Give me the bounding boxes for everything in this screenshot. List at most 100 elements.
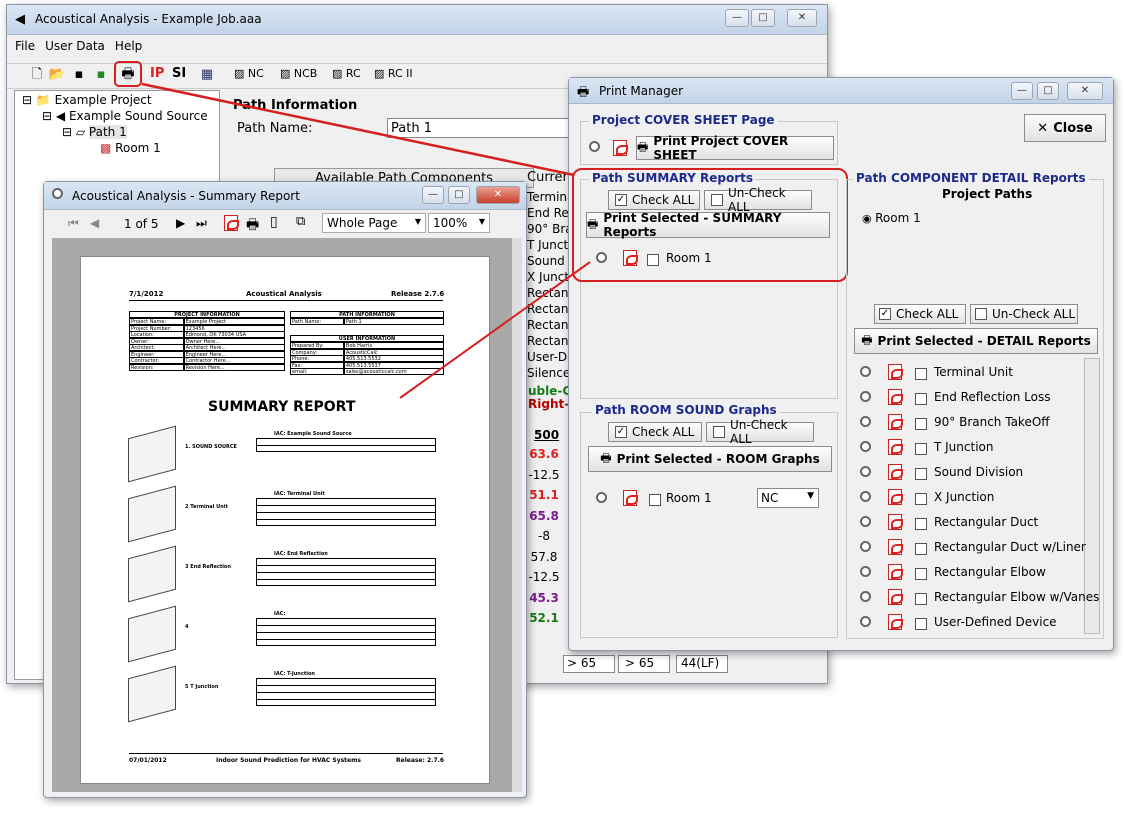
component-item[interactable]: User-Defi [527,350,569,364]
detail-checkbox[interactable] [915,366,927,380]
detail-check-all[interactable]: ✓ Check ALL [874,304,966,324]
menu-help[interactable]: Help [115,39,142,59]
detail-uncheck-all[interactable]: Un-Check ALL [970,304,1078,324]
detail-pdf-icon[interactable] [888,389,903,408]
print-detail-button[interactable]: 🖶 Print Selected - DETAIL Reports [854,328,1098,354]
component-item[interactable]: Terminal [527,190,569,204]
pm-maximize-button[interactable]: □ [1037,82,1059,100]
last-page-icon[interactable]: ⏭ [196,216,207,231]
detail-pdf-icon[interactable] [888,489,903,508]
tree-source[interactable]: ⊟ ◀ Example Sound Source [42,109,208,123]
component-item[interactable]: Rectangu [527,302,569,316]
detail-preview-icon[interactable] [860,491,871,505]
component-item[interactable]: Rectangu [527,334,569,348]
save-all-icon[interactable]: ▪ [92,66,110,84]
component-item[interactable]: End Reflec [527,206,569,220]
close-dialog-button[interactable]: ✕ Close [1024,114,1106,142]
room-radio[interactable]: ◉ Room 1 [862,211,921,225]
first-page-icon[interactable]: ⏮ [68,216,79,231]
component-item[interactable]: 90° Branch [527,222,569,236]
pdf-icon[interactable] [613,140,628,159]
print-cover-button[interactable]: 🖶 Print Project COVER SHEET [636,134,834,162]
summary-maximize-button[interactable]: □ [448,186,470,204]
detail-checkbox[interactable] [915,391,927,405]
detail-pdf-icon[interactable] [888,464,903,483]
detail-pdf-icon[interactable] [888,564,903,583]
detail-preview-icon[interactable] [860,616,871,630]
detail-pdf-icon[interactable] [888,414,903,433]
pm-close-button[interactable]: ✕ [1067,82,1103,100]
room-check-all[interactable]: ✓ Check ALL [608,422,702,442]
detail-checkbox[interactable] [915,491,927,505]
new-icon[interactable]: 🗋 [28,66,46,84]
summary-minimize-button[interactable]: — [422,186,444,204]
open-icon[interactable]: 📂 [48,66,66,84]
si-button[interactable]: SI [172,66,186,81]
summary-close-button[interactable]: ✕ [476,186,520,204]
detail-checkbox[interactable] [915,616,927,630]
component-item[interactable]: Rectangu [527,318,569,332]
path-name-input[interactable]: Path 1 [387,118,572,138]
detail-pdf-icon[interactable] [888,589,903,608]
calculator-icon[interactable]: ▦ [198,66,216,84]
detail-checkbox[interactable] [915,441,927,455]
detail-pdf-icon[interactable] [888,514,903,533]
room-preview-icon[interactable] [596,492,607,506]
next-page-icon[interactable]: ▶ [176,216,185,230]
detail-preview-icon[interactable] [860,566,871,580]
detail-preview-icon[interactable] [860,516,871,530]
detail-checkbox[interactable] [915,566,927,580]
graph-type-select[interactable]: NC ▼ [757,488,819,508]
save-icon[interactable]: ▪ [70,66,88,84]
print-room-graphs-button[interactable]: 🖶 Print Selected - ROOM Graphs [588,446,832,472]
component-item[interactable]: Rectangu [527,286,569,300]
component-item[interactable]: X Junction [527,270,569,284]
detail-preview-icon[interactable] [860,416,871,430]
menu-file[interactable]: File [15,39,35,59]
menu-user-data[interactable]: User Data [45,39,105,59]
detail-checkbox[interactable] [915,516,927,530]
component-item[interactable]: Sound Div [527,254,569,268]
detail-pdf-icon[interactable] [888,364,903,383]
tree-path[interactable]: ⊟ ▱ Path 1 [62,125,127,139]
ip-button[interactable]: IP [150,66,164,81]
detail-pdf-icon[interactable] [888,614,903,633]
tree-project[interactable]: ⊟ 📁 Example Project [22,93,152,107]
pdf-export-icon[interactable] [224,215,239,234]
detail-checkbox[interactable] [915,466,927,480]
detail-preview-icon[interactable] [860,466,871,480]
tree-room[interactable]: ▩ Room 1 [100,141,161,155]
component-item[interactable]: T Junction [527,238,569,252]
copy-icon[interactable]: ⧉ [296,214,305,229]
maximize-button[interactable]: □ [751,9,775,27]
nc-button[interactable]: ▨ NC [234,67,264,80]
print-button[interactable]: 🖶 [114,61,142,87]
detail-checkbox[interactable] [915,541,927,555]
detail-preview-icon[interactable] [860,541,871,555]
minimize-button[interactable]: — [725,9,749,27]
detail-preview-icon[interactable] [860,441,871,455]
pm-minimize-button[interactable]: — [1011,82,1033,100]
rc-button[interactable]: ▨ RC [332,67,361,80]
ncb-button[interactable]: ▨ NCB [280,67,317,80]
detail-pdf-icon[interactable] [888,539,903,558]
rc2-button[interactable]: ▨ RC II [374,67,413,80]
detail-checkbox[interactable] [915,416,927,430]
detail-checkbox[interactable] [915,591,927,605]
room-checkbox[interactable] [649,492,661,506]
detail-preview-icon[interactable] [860,391,871,405]
preview-icon[interactable] [589,141,600,155]
detail-preview-icon[interactable] [860,366,871,380]
detail-pdf-icon[interactable] [888,439,903,458]
prev-page-icon[interactable]: ◀ [90,216,99,230]
room-uncheck-all[interactable]: Un-Check ALL [706,418,814,446]
detail-preview-icon[interactable] [860,591,871,605]
preview-scrollbar[interactable] [512,238,522,792]
close-button[interactable]: ✕ [787,9,817,27]
room-pdf-icon[interactable] [623,490,638,509]
page-setup-icon[interactable]: ▯ [270,214,278,230]
component-item[interactable]: Silencer [527,366,569,380]
zoom-percent-select[interactable]: 100% ▼ [428,213,490,233]
print-icon[interactable]: 🖶 [246,214,259,238]
zoom-mode-select[interactable]: Whole Page ▼ [322,213,426,233]
